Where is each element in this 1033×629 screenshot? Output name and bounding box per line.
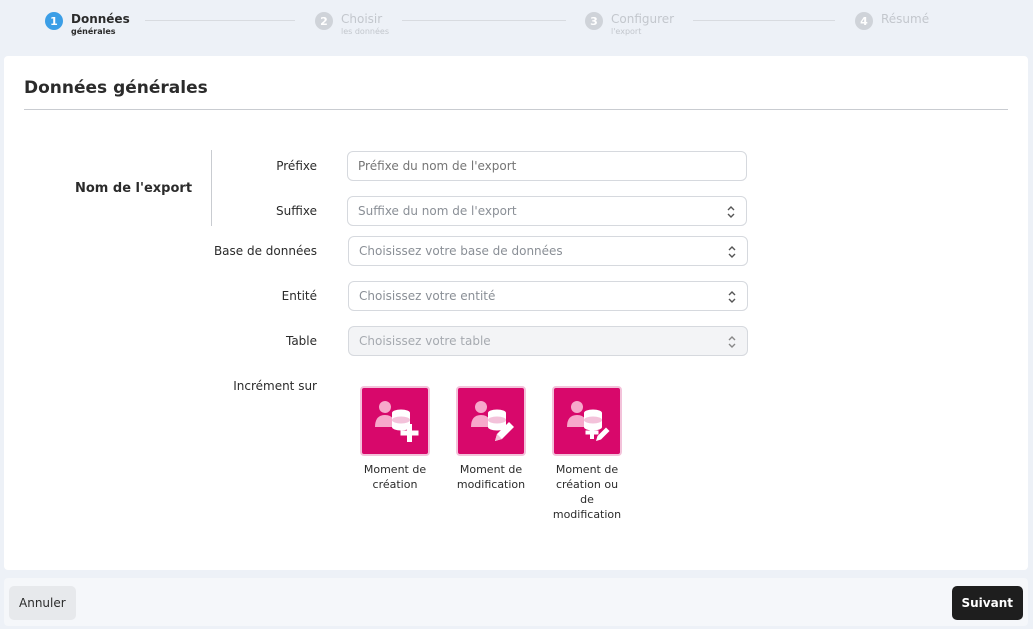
increment-caption: Moment de création ou de modification [552, 463, 622, 521]
step-title: Résumé [881, 12, 930, 26]
increment-option-creation-or-modification[interactable]: Moment de création ou de modification [552, 386, 622, 522]
database-placeholder: Choisissez votre base de données [359, 244, 563, 258]
user-database-edit-icon [471, 401, 514, 441]
user-database-add-icon [375, 401, 419, 442]
step-choose-data[interactable]: 2 Choisir les données [315, 11, 389, 37]
table-label: Table [285, 334, 317, 348]
export-name-group-label: Nom de l'export [75, 181, 193, 196]
step-subtitle: l'export [611, 27, 642, 36]
next-button[interactable]: Suivant [951, 586, 1023, 620]
increment-option-creation[interactable]: Moment de création [360, 386, 430, 492]
database-select[interactable]: Choisissez votre base de données [348, 236, 748, 266]
title-divider [24, 109, 1008, 110]
user-database-add-edit-icon [567, 401, 610, 441]
increment-tile[interactable] [360, 386, 430, 456]
step-general-data[interactable]: 1 Données générales [45, 11, 130, 37]
suffix-label: Suffixe [276, 204, 317, 218]
table-select: Choisissez votre table [348, 326, 748, 356]
suffix-input[interactable]: Suffixe du nom de l'export [347, 196, 747, 226]
step-number: 1 [45, 12, 63, 30]
up-down-chevron-icon [728, 336, 736, 348]
prefix-label: Préfixe [276, 159, 317, 173]
increment-caption: Moment de modification [456, 463, 526, 491]
entity-select[interactable]: Choisissez votre entité [348, 281, 748, 311]
table-placeholder: Choisissez votre table [359, 334, 491, 348]
up-down-chevron-icon [728, 246, 736, 258]
entity-placeholder: Choisissez votre entité [359, 289, 496, 303]
cancel-button[interactable]: Annuler [9, 586, 76, 620]
step-number: 4 [855, 12, 873, 30]
suffix-placeholder: Suffixe du nom de l'export [358, 204, 517, 218]
step-subtitle: les données [341, 27, 389, 36]
stepper: 1 Données générales 2 Choisir les donnée… [0, 0, 1033, 52]
prefix-input[interactable] [347, 151, 747, 181]
step-number: 3 [585, 12, 603, 30]
step-connector [402, 20, 566, 21]
step-configure[interactable]: 3 Configurer l'export [585, 11, 674, 37]
step-subtitle: générales [71, 27, 116, 36]
page-title: Données générales [24, 78, 208, 98]
entity-label: Entité [281, 289, 317, 303]
increment-caption: Moment de création [363, 463, 427, 491]
up-down-chevron-icon [728, 291, 736, 303]
increment-option-modification[interactable]: Moment de modification [456, 386, 526, 492]
step-title: Choisir [341, 12, 383, 26]
increment-tile[interactable] [552, 386, 622, 456]
footer-bar: Annuler Suivant [4, 578, 1028, 626]
step-connector [693, 20, 835, 21]
up-down-chevron-icon [727, 206, 735, 218]
step-title: Configurer [611, 12, 675, 26]
step-title: Données [71, 12, 130, 26]
database-label: Base de données [213, 244, 317, 258]
increment-tile[interactable] [456, 386, 526, 456]
step-connector [145, 20, 295, 21]
general-data-card: Données générales Nom de l'export Préfix… [4, 56, 1028, 570]
step-number: 2 [315, 12, 333, 30]
increment-label: Incrément sur [233, 379, 317, 393]
step-summary[interactable]: 4 Résumé [855, 11, 929, 30]
